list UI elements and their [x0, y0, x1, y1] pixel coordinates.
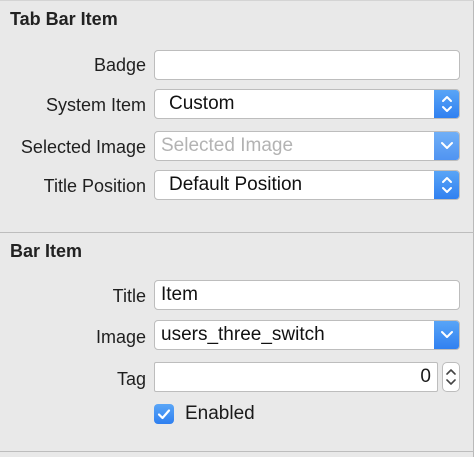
- title-position-label: Title Position: [43, 176, 146, 196]
- tag-field[interactable]: 0: [154, 362, 438, 392]
- up-down-arrows-icon: [434, 171, 459, 199]
- bottom-divider: [0, 451, 474, 452]
- chevron-down-icon[interactable]: [434, 132, 459, 160]
- title-field[interactable]: Item: [154, 280, 460, 310]
- section-divider: [0, 232, 474, 233]
- enabled-checkbox[interactable]: [154, 404, 174, 424]
- selected-image-combo[interactable]: Selected Image: [154, 131, 460, 161]
- up-down-arrows-icon: [434, 90, 459, 118]
- title-position-value: Default Position: [169, 174, 303, 195]
- badge-label: Badge: [93, 55, 146, 75]
- image-combo[interactable]: users_three_switch: [154, 320, 460, 350]
- inspector-panel: Tab Bar Item Badge System Item Custom Se…: [0, 0, 474, 457]
- tag-label: Tag: [116, 369, 146, 389]
- badge-field[interactable]: [154, 50, 460, 80]
- system-item-value: Custom: [169, 93, 235, 114]
- bar-item-section-title: Bar Item: [10, 241, 83, 261]
- title-label: Title: [112, 286, 146, 306]
- selected-image-placeholder: Selected Image: [161, 135, 294, 156]
- tag-stepper[interactable]: [442, 362, 460, 392]
- image-value: users_three_switch: [161, 324, 325, 345]
- selected-image-label: Selected Image: [20, 137, 146, 157]
- tab-bar-item-section-title: Tab Bar Item: [10, 9, 118, 29]
- title-position-select[interactable]: Default Position: [154, 170, 460, 200]
- image-label: Image: [95, 327, 146, 347]
- stepper-arrows-icon: [446, 369, 456, 385]
- system-item-select[interactable]: Custom: [154, 89, 460, 119]
- system-item-label: System Item: [45, 95, 146, 115]
- top-divider: [0, 0, 474, 1]
- checkmark-icon: [157, 409, 171, 420]
- enabled-label: Enabled: [185, 403, 255, 424]
- chevron-down-icon[interactable]: [434, 321, 459, 349]
